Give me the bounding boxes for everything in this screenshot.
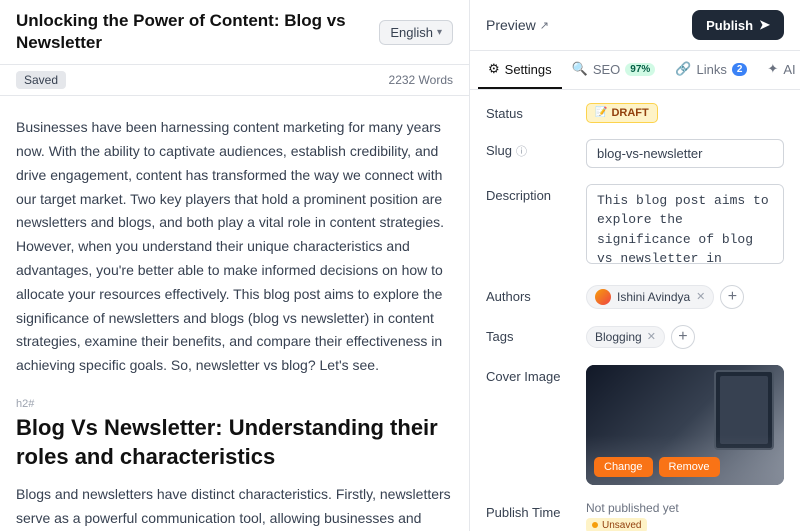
tab-ai-label: AI [783, 62, 795, 77]
authors-field-row: Authors Ishini Avindya ✕ + [486, 285, 784, 309]
section-text: Blogs and newsletters have distinct char… [16, 483, 453, 531]
right-header: Preview ↗ Publish ➤ [470, 0, 800, 51]
h2-label: h2# [16, 398, 453, 410]
tabs-bar: ⚙ Settings 🔍 SEO 97% 🔗 Links 2 ✦ AI [470, 51, 800, 90]
slug-field-row: Slug ⓘ [486, 139, 784, 168]
author-tag: Ishini Avindya ✕ [586, 285, 714, 309]
info-icon: ⓘ [516, 143, 527, 159]
tags-label: Tags [486, 325, 576, 344]
status-bar: Saved 2232 Words [0, 65, 469, 96]
tags-inline: Blogging ✕ + [586, 325, 784, 349]
tags-value: Blogging ✕ + [586, 325, 784, 349]
status-value: 📝 DRAFT [586, 102, 784, 123]
change-image-button[interactable]: Change [594, 457, 653, 477]
seo-search-icon: 🔍 [572, 61, 588, 77]
section-heading: Blog Vs Newsletter: Understanding their … [16, 414, 453, 471]
tag-chip-blogging: Blogging ✕ [586, 326, 665, 348]
slug-label: Slug [486, 143, 512, 158]
publish-time-field-row: Publish Time Not published yet Unsaved [486, 501, 784, 531]
draft-badge: 📝 DRAFT [586, 103, 658, 123]
unsaved-badge: Unsaved [586, 518, 647, 531]
chevron-down-icon: ▾ [437, 27, 442, 38]
slug-label-container: Slug ⓘ [486, 139, 576, 159]
right-panel: Preview ↗ Publish ➤ ⚙ Settings 🔍 SEO 97%… [470, 0, 800, 531]
h2-label-container: h2# Blog Vs Newsletter: Understanding th… [16, 398, 453, 471]
unsaved-text: Unsaved [602, 520, 641, 531]
draft-icon: 📝 [595, 107, 607, 118]
settings-icon: ⚙ [488, 61, 500, 77]
description-field-row: Description This blog post aims to explo… [486, 184, 784, 269]
language-label: English [390, 25, 433, 40]
add-tag-button[interactable]: + [671, 325, 695, 349]
cover-image-field-row: Cover Image Change Remove [486, 365, 784, 485]
status-label: Status [486, 102, 576, 121]
left-panel: Unlocking the Power of Content: Blog vs … [0, 0, 470, 531]
links-count-badge: 2 [732, 63, 748, 76]
authors-inline: Ishini Avindya ✕ + [586, 285, 784, 309]
author-avatar [595, 289, 611, 305]
preview-button[interactable]: Preview ↗ [486, 17, 549, 33]
add-author-button[interactable]: + [720, 285, 744, 309]
header-bar: Unlocking the Power of Content: Blog vs … [0, 0, 469, 65]
tab-settings[interactable]: ⚙ Settings [478, 51, 562, 89]
seo-score-badge: 97% [625, 63, 655, 76]
tag-remove-icon[interactable]: ✕ [647, 330, 656, 343]
tab-links-label: Links [697, 62, 727, 77]
authors-label: Authors [486, 285, 576, 304]
not-published-text: Not published yet [586, 501, 784, 515]
settings-content: Status 📝 DRAFT Slug ⓘ Description This b… [470, 90, 800, 531]
description-textarea[interactable]: This blog post aims to explore the signi… [586, 184, 784, 264]
external-link-icon: ↗ [540, 19, 549, 32]
device-screen [720, 376, 768, 444]
remove-image-button[interactable]: Remove [659, 457, 720, 477]
tab-seo-label: SEO [593, 62, 620, 77]
author-remove-icon[interactable]: ✕ [696, 290, 705, 303]
word-count: 2232 Words [389, 73, 453, 87]
preview-label: Preview [486, 17, 536, 33]
cover-image-value: Change Remove [586, 365, 784, 485]
article-title: Unlocking the Power of Content: Blog vs … [16, 10, 367, 54]
publish-time-value: Not published yet Unsaved [586, 501, 784, 531]
content-area[interactable]: Businesses have been harnessing content … [0, 96, 469, 531]
cover-image-actions: Change Remove [586, 449, 784, 485]
tab-settings-label: Settings [505, 62, 552, 77]
description-label: Description [486, 184, 576, 203]
tab-links[interactable]: 🔗 Links 2 [665, 51, 757, 89]
saved-badge: Saved [16, 71, 66, 89]
cover-image-visual: Change Remove [586, 365, 784, 485]
tab-ai[interactable]: ✦ AI [757, 51, 800, 89]
main-paragraph: Businesses have been harnessing content … [16, 116, 453, 378]
tab-seo[interactable]: 🔍 SEO 97% [562, 51, 666, 89]
cover-image-label: Cover Image [486, 365, 576, 384]
slug-value-container[interactable] [586, 139, 784, 168]
publish-label: Publish [706, 18, 753, 33]
authors-value: Ishini Avindya ✕ + [586, 285, 784, 309]
draft-text: DRAFT [611, 107, 648, 119]
status-field-row: Status 📝 DRAFT [486, 102, 784, 123]
language-button[interactable]: English ▾ [379, 20, 453, 45]
publish-time-label: Publish Time [486, 501, 576, 520]
description-value-container[interactable]: This blog post aims to explore the signi… [586, 184, 784, 269]
publish-button[interactable]: Publish ➤ [692, 10, 784, 40]
author-name: Ishini Avindya [617, 290, 690, 304]
links-icon: 🔗 [675, 61, 691, 77]
unsaved-dot [592, 522, 598, 528]
send-icon: ➤ [759, 17, 770, 33]
slug-input[interactable] [586, 139, 784, 168]
ai-icon: ✦ [767, 61, 778, 77]
tag-name: Blogging [595, 330, 642, 344]
tags-field-row: Tags Blogging ✕ + [486, 325, 784, 349]
